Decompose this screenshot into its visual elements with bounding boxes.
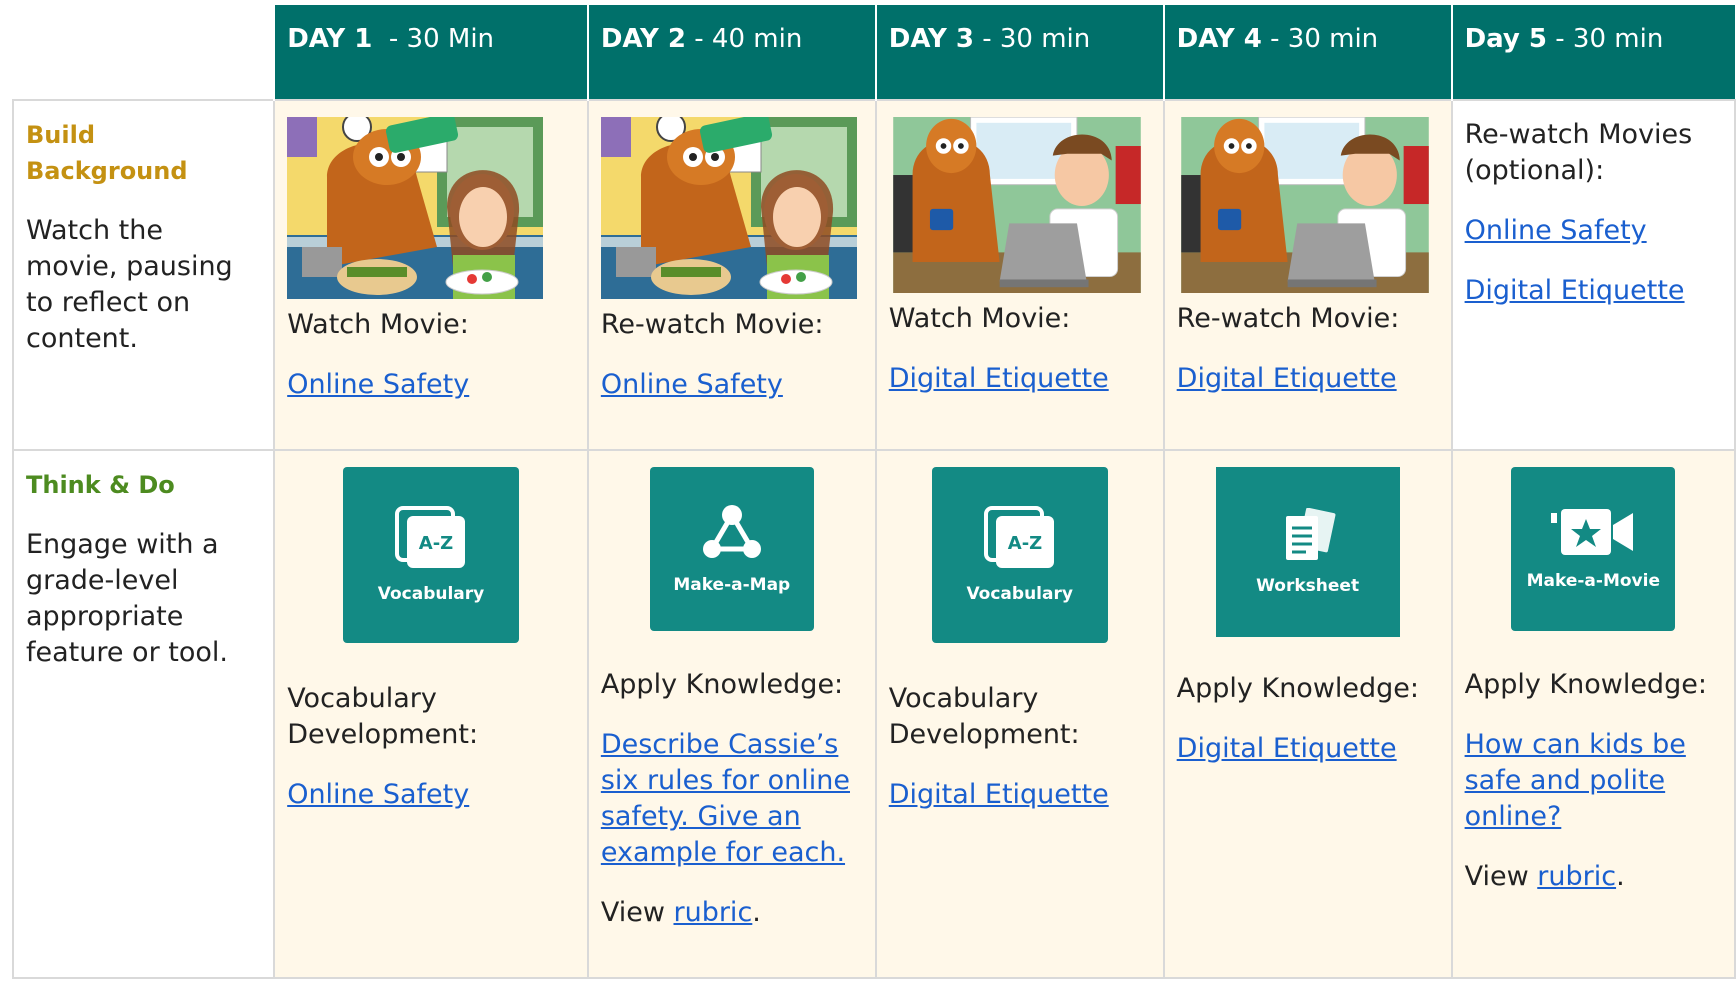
day-1-think-cell: A-Z Vocabulary Vocabulary Development: O…: [273, 449, 589, 979]
concept-map-icon: [702, 505, 761, 558]
online-safety-link[interactable]: Online Safety: [287, 369, 469, 400]
day-duration: - 40 min: [686, 24, 803, 54]
day-4-build-cell: Re-watch Movie: Digital Etiquette: [1162, 99, 1453, 451]
view-prefix: View: [600, 897, 674, 928]
digital-etiquette-link[interactable]: Digital Etiquette: [1177, 733, 1397, 764]
day-label: DAY 3: [888, 24, 974, 54]
cell-label: Apply Knowledge:: [1464, 669, 1707, 700]
day-3-think-cell: A-Z Vocabulary Vocabulary Development: D…: [874, 449, 1165, 979]
cell-label: Apply Knowledge:: [1176, 673, 1419, 704]
tool-label: Make-a-Map: [673, 575, 791, 595]
row-title: Build Background: [26, 121, 188, 185]
think-and-do-row: Think & Do Engage with a grade-level app…: [11, 449, 1736, 979]
day-2-think-cell: Make-a-Map Apply Knowledge: Describe Cas…: [586, 449, 877, 979]
day-duration: - 30 min: [1261, 24, 1379, 54]
day-1-build-cell: Watch Movie: Online Safety: [273, 99, 589, 451]
tool-label: Vocabulary: [377, 584, 485, 604]
tool-label: Make-a-Movie: [1526, 571, 1660, 591]
day-5-build-cell: Re-watch Movies (optional): Online Safet…: [1450, 99, 1736, 451]
cell-label: Vocabulary Development:: [888, 683, 1080, 750]
digital-etiquette-link[interactable]: Digital Etiquette: [1465, 275, 1685, 306]
a-z-icon-text: A-Z: [419, 533, 453, 554]
cell-label: Apply Knowledge:: [600, 669, 844, 700]
cell-label: Re-watch Movie:: [600, 309, 824, 340]
online-safety-link[interactable]: Online Safety: [287, 779, 469, 810]
safe-and-polite-prompt-link[interactable]: How can kids be safe and polite online?: [1465, 729, 1686, 832]
day-label: DAY 2: [600, 24, 687, 54]
day-header-row: DAY 1 - 30 Min DAY 2 - 40 min DAY 3 - 30…: [13, 5, 1735, 100]
cell-label: Vocabulary Development:: [287, 683, 479, 750]
view-suffix: .: [752, 897, 761, 928]
online-safety-link[interactable]: Online Safety: [1465, 215, 1647, 246]
day-label: DAY 1: [287, 24, 373, 54]
online-safety-movie-thumbnail[interactable]: [287, 117, 543, 299]
build-background-row-header: Build Background Watch the movie, pausin…: [11, 99, 276, 451]
digital-etiquette-link[interactable]: Digital Etiquette: [1177, 363, 1397, 394]
day-4-header: DAY 4 - 30 min: [1162, 5, 1452, 100]
cell-label: Re-watch Movies (optional):: [1464, 119, 1693, 186]
online-safety-movie-thumbnail[interactable]: [601, 117, 857, 299]
make-a-movie-tool-button[interactable]: Make-a-Movie: [1511, 467, 1676, 631]
think-and-do-row-header: Think & Do Engage with a grade-level app…: [11, 449, 276, 979]
day-3-build-cell: Watch Movie: Digital Etiquette: [874, 99, 1165, 451]
day-label: Day 5: [1464, 24, 1548, 54]
worksheet-icon: [1285, 508, 1336, 560]
a-z-cards-icon: A-Z: [983, 506, 1054, 568]
rubric-link[interactable]: rubric: [1537, 861, 1616, 892]
digital-etiquette-link[interactable]: Digital Etiquette: [889, 779, 1109, 810]
view-rubric-text: View rubric.: [601, 895, 863, 931]
movie-camera-star-icon: [1551, 509, 1634, 555]
row-description: Engage with a grade-level appropriate fe…: [26, 529, 228, 668]
view-suffix: .: [1616, 861, 1625, 892]
make-a-map-tool-button[interactable]: Make-a-Map: [649, 467, 814, 631]
build-background-row: Build Background Watch the movie, pausin…: [11, 99, 1736, 451]
digital-etiquette-link[interactable]: Digital Etiquette: [889, 363, 1109, 394]
digital-etiquette-movie-thumbnail[interactable]: [889, 117, 1145, 293]
cell-label: Watch Movie:: [888, 303, 1071, 334]
worksheet-tool-button[interactable]: Worksheet: [1215, 467, 1400, 637]
day-5-think-cell: Make-a-Movie Apply Knowledge: How can ki…: [1450, 449, 1736, 979]
vocabulary-tool-button[interactable]: A-Z Vocabulary: [343, 467, 519, 643]
day-4-think-cell: Worksheet Apply Knowledge: Digital Etiqu…: [1162, 449, 1453, 979]
day-3-header: DAY 3 - 30 min: [874, 5, 1164, 100]
day-duration: - 30 min: [973, 24, 1091, 54]
lesson-plan-table: DAY 1 - 30 Min DAY 2 - 40 min DAY 3 - 30…: [11, 5, 1736, 979]
cell-label: Re-watch Movie:: [1176, 303, 1400, 334]
tool-label: Worksheet: [1256, 576, 1360, 596]
tool-label: Vocabulary: [966, 584, 1073, 604]
header-corner: [13, 5, 275, 100]
day-1-header: DAY 1 - 30 Min: [273, 5, 588, 100]
view-rubric-text: View rubric.: [1465, 859, 1722, 895]
describe-rules-prompt-link[interactable]: Describe Cassie’s six rules for online s…: [601, 729, 850, 868]
cell-label: Watch Movie:: [287, 309, 469, 340]
row-title: Think & Do: [26, 471, 175, 499]
day-5-header: Day 5 - 30 min: [1450, 5, 1735, 100]
day-2-build-cell: Re-watch Movie: Online Safety: [586, 99, 877, 451]
vocabulary-tool-button[interactable]: A-Z Vocabulary: [931, 467, 1108, 643]
day-duration: - 30 Min: [372, 24, 495, 54]
online-safety-link[interactable]: Online Safety: [601, 369, 783, 400]
digital-etiquette-movie-thumbnail[interactable]: [1177, 117, 1433, 293]
view-prefix: View: [1464, 861, 1538, 892]
row-description: Watch the movie, pausing to reflect on c…: [26, 215, 233, 354]
day-2-header: DAY 2 - 40 min: [586, 5, 876, 100]
a-z-icon-text: A-Z: [1007, 533, 1041, 554]
rubric-link[interactable]: rubric: [673, 897, 752, 928]
day-label: DAY 4: [1176, 24, 1262, 54]
a-z-cards-icon: A-Z: [395, 506, 465, 568]
day-duration: - 30 min: [1547, 24, 1664, 54]
